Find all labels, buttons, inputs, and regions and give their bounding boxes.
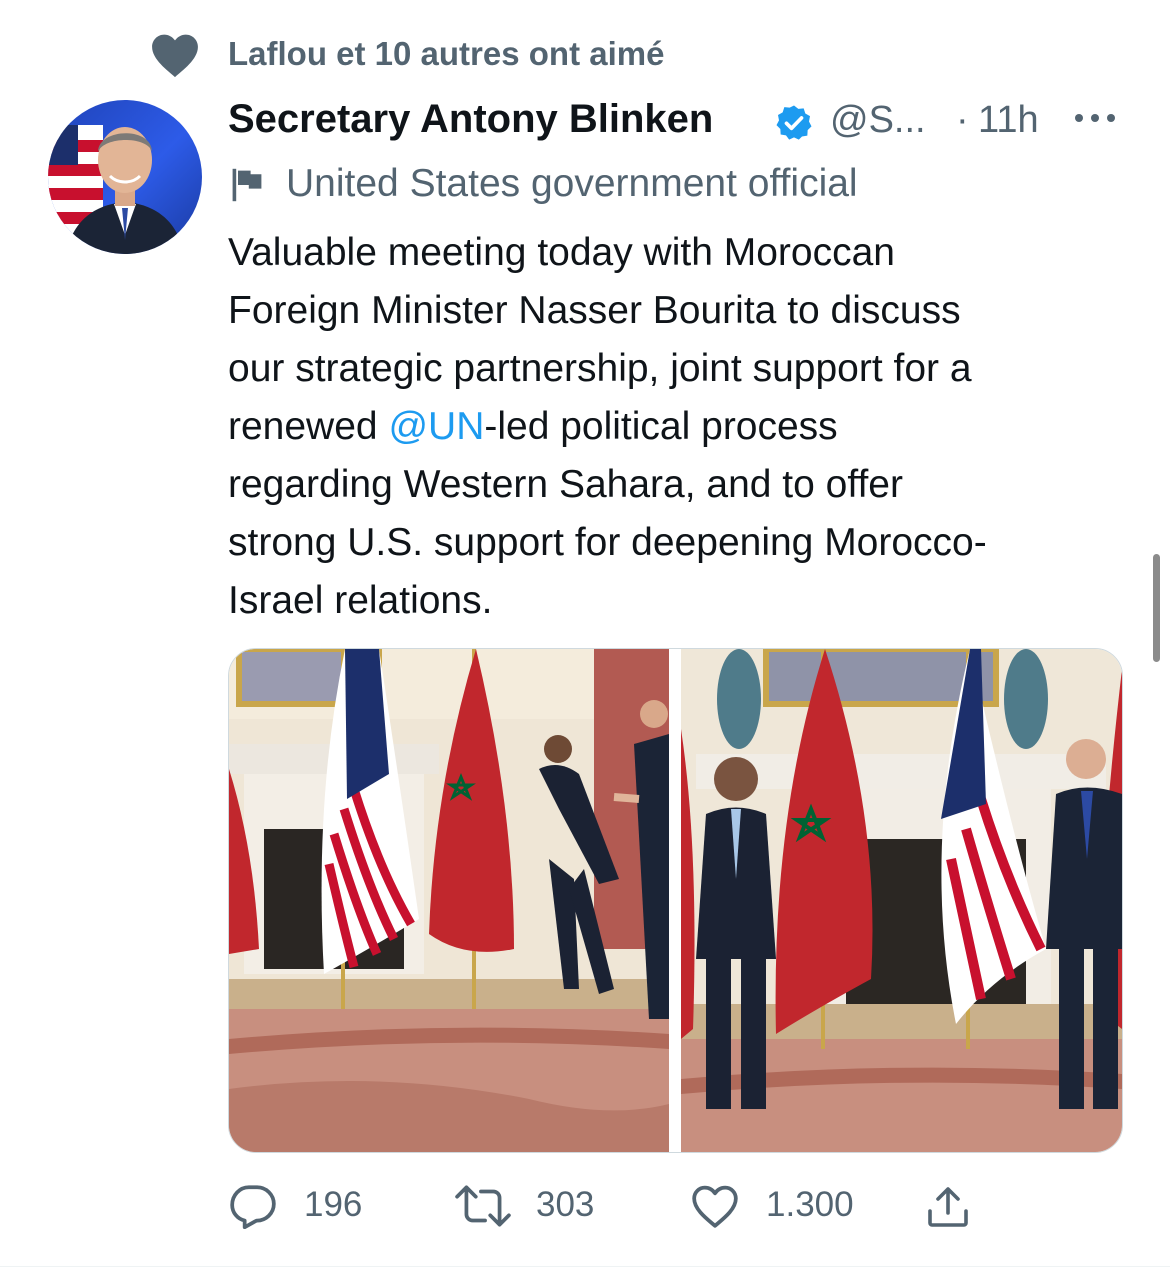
timestamp[interactable]: 11h (978, 99, 1039, 142)
heart-filled-icon (152, 34, 198, 78)
mention-link[interactable]: @UN (388, 405, 484, 448)
heart-icon (692, 1185, 738, 1228)
scrollbar[interactable] (1153, 554, 1160, 662)
tweet-text: Valuable meeting today with Moroccan For… (228, 224, 1128, 630)
share-icon (928, 1187, 968, 1227)
government-flag-icon (232, 168, 262, 202)
handle[interactable]: @S... (830, 99, 926, 142)
separator-dot: · (956, 99, 969, 141)
media-grid (228, 648, 1123, 1153)
share-button[interactable] (924, 1175, 984, 1235)
account-label: United States government official (228, 160, 1128, 210)
retweet-count: 303 (536, 1185, 595, 1224)
reply-icon (230, 1185, 276, 1229)
avatar-image (48, 125, 184, 254)
photo-2-image (681, 649, 1122, 1152)
avatar[interactable] (48, 100, 202, 254)
social-context[interactable]: Laflou et 10 autres ont aimé (0, 22, 1170, 86)
retweet-icon (455, 1185, 511, 1227)
verified-badge-icon (776, 105, 812, 140)
divider (0, 1266, 1170, 1267)
like-count: 1.300 (766, 1185, 854, 1224)
like-button[interactable]: 1.300 (690, 1175, 890, 1235)
media-photo-1[interactable] (229, 649, 669, 1152)
reply-count: 196 (304, 1185, 363, 1224)
display-name[interactable]: Secretary Antony Blinken (228, 97, 713, 142)
tweet-header: Secretary Antony Blinken @S... · 11h (228, 95, 1128, 151)
social-context-text: Laflou et 10 autres ont aimé (228, 35, 665, 72)
tweet-actions: 196 303 1.300 (228, 1175, 1128, 1235)
reply-button[interactable]: 196 (228, 1175, 408, 1235)
account-label-text: United States government official (286, 162, 858, 205)
photo-1-image (229, 649, 669, 1152)
media-photo-2[interactable] (681, 649, 1122, 1152)
more-options-icon[interactable] (1072, 111, 1118, 125)
retweet-button[interactable]: 303 (454, 1175, 644, 1235)
